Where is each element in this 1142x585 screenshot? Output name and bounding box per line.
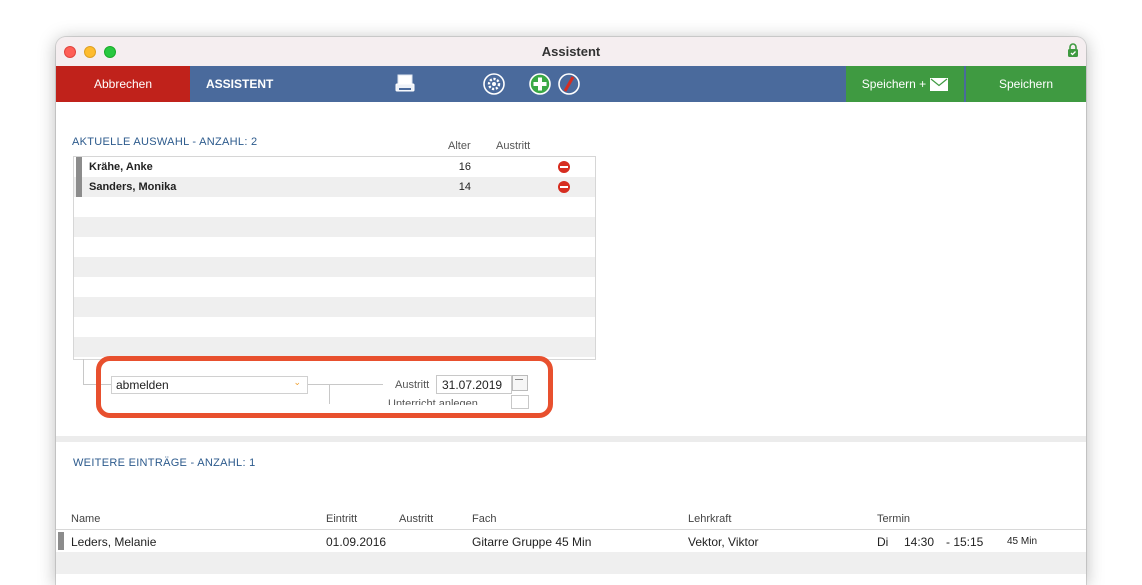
row-name: Krähe, Anke	[89, 161, 153, 173]
save-and-mail-button[interactable]: Speichern +	[846, 66, 964, 102]
remove-row-icon[interactable]	[558, 161, 570, 173]
empty-row	[74, 277, 595, 297]
table-row[interactable]: Leders, Melanie 01.09.2016 Gitarre Grupp…	[56, 530, 1086, 552]
row-day: Di	[877, 535, 889, 549]
column-header-subject: Fach	[472, 513, 497, 525]
row-subject: Gitarre Gruppe 45 Min	[472, 535, 592, 549]
toolbar: Abbrechen ASSISTENT Speichern + Speicher…	[56, 66, 1086, 102]
empty-row	[74, 337, 595, 357]
current-selection-panel: AKTUELLE AUSWAHL - ANZAHL: 2 Alter Austr…	[56, 102, 1086, 436]
lock-icon[interactable]	[1066, 42, 1080, 58]
title-bar: Assistent	[56, 37, 1086, 66]
highlight-annotation	[96, 356, 553, 418]
row-age: 14	[458, 181, 471, 193]
column-header-age: Alter	[448, 140, 471, 152]
save-button-label: Speichern	[998, 77, 1054, 91]
empty-row	[74, 197, 595, 217]
row-name: Sanders, Monika	[89, 181, 177, 193]
empty-row	[74, 257, 595, 277]
row-duration: 45 Min	[1007, 536, 1038, 547]
column-header-exit: Austritt	[399, 513, 434, 525]
row-marker	[58, 532, 64, 550]
remove-row-icon[interactable]	[558, 181, 570, 193]
row-end-time: - 15:15	[946, 535, 984, 549]
printer-icon[interactable]	[393, 72, 417, 96]
row-age: 16	[458, 161, 471, 173]
gear-icon[interactable]	[482, 72, 506, 96]
mail-icon	[930, 77, 949, 91]
column-header-name: Name	[71, 513, 101, 525]
save-button[interactable]: Speichern	[966, 66, 1086, 102]
window-title: Assistent	[541, 44, 601, 59]
add-icon[interactable]	[528, 72, 552, 96]
row-entry-date: 01.09.2016	[326, 535, 387, 549]
empty-row	[74, 237, 595, 257]
row-teacher: Vektor, Viktor	[688, 535, 759, 549]
column-header-exit: Austritt	[496, 140, 531, 152]
cancel-button-label: Abbrechen	[93, 77, 153, 91]
cancel-button[interactable]: Abbrechen	[56, 66, 190, 102]
row-name: Leders, Melanie	[71, 535, 157, 549]
table-row[interactable]: Krähe, Anke 16	[74, 157, 595, 177]
connector-line	[83, 359, 84, 384]
save-and-mail-label: Speichern +	[861, 77, 927, 91]
row-start-time: 14:30	[904, 535, 935, 549]
current-selection-title: AKTUELLE AUSWAHL - ANZAHL: 2	[72, 136, 258, 148]
selection-table: Krähe, Anke 16 Sanders, Monika 14	[73, 156, 596, 360]
assistant-window: Assistent Abbrechen ASSISTENT Speichern …	[56, 37, 1086, 585]
toolbar-title: ASSISTENT	[206, 77, 274, 91]
column-header-appointment: Termin	[877, 513, 911, 525]
column-header-teacher: Lehrkraft	[688, 513, 732, 525]
further-entries-title: WEITERE EINTRÄGE - ANZAHL: 1	[73, 457, 256, 469]
remove-icon[interactable]	[557, 72, 581, 96]
empty-row	[74, 317, 595, 337]
column-header-entry: Eintritt	[326, 513, 358, 525]
further-entries-panel: WEITERE EINTRÄGE - ANZAHL: 1 Name Eintri…	[56, 442, 1086, 585]
empty-row	[56, 552, 1086, 574]
table-row[interactable]: Sanders, Monika 14	[74, 177, 595, 197]
row-marker	[76, 177, 82, 197]
empty-row	[74, 297, 595, 317]
row-marker	[76, 157, 82, 177]
empty-row	[74, 217, 595, 237]
